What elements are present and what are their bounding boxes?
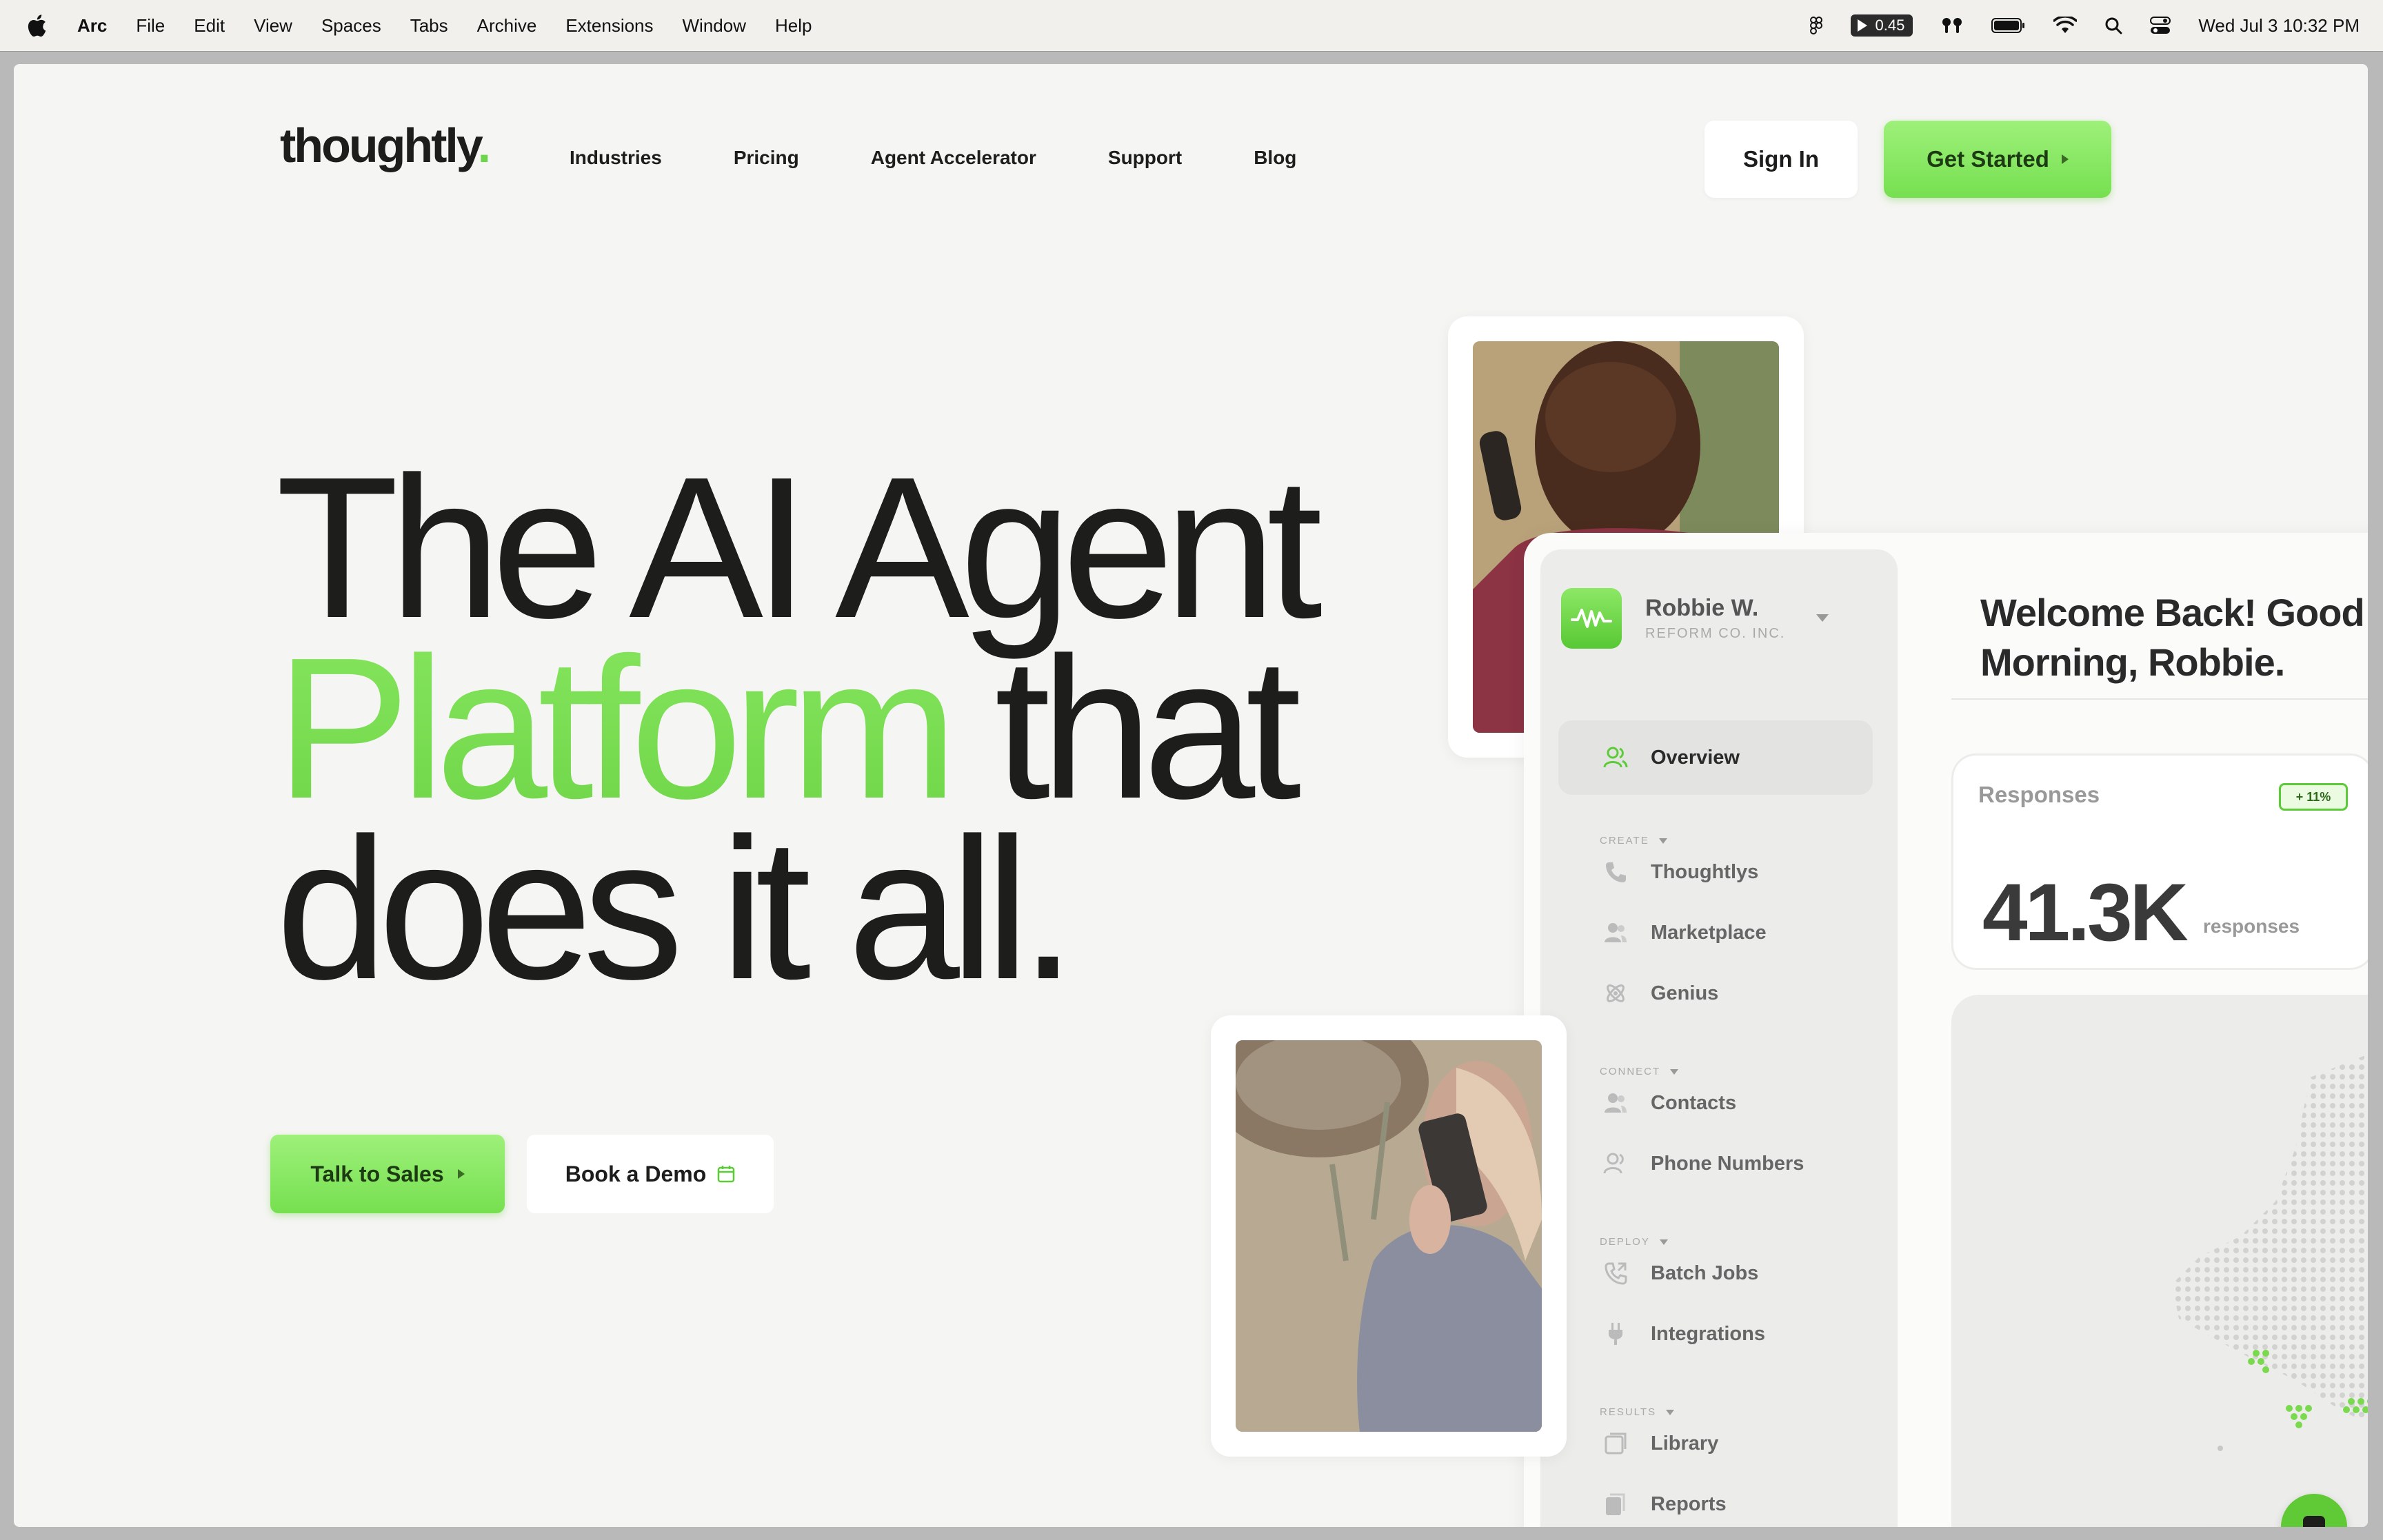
user-name: Robbie W. (1645, 595, 1759, 621)
figma-icon[interactable] (1809, 16, 1823, 35)
stat-unit: responses (2203, 915, 2300, 937)
photo-card-woman-on-phone (1211, 1015, 1567, 1457)
phone-icon (1600, 856, 1631, 888)
sidebar-label-overview: Overview (1651, 746, 1740, 769)
menu-extensions[interactable]: Extensions (565, 15, 653, 37)
chevron-down-icon (1816, 614, 1829, 622)
users-outline-icon (1600, 1148, 1631, 1179)
menu-edit[interactable]: Edit (194, 15, 225, 37)
nav-agent-accelerator[interactable]: Agent Accelerator (871, 147, 1036, 169)
menu-file[interactable]: File (136, 15, 165, 37)
nav-support[interactable]: Support (1108, 147, 1182, 169)
nav-pricing[interactable]: Pricing (734, 147, 799, 169)
menubar-datetime[interactable]: Wed Jul 3 10:32 PM (2198, 15, 2360, 37)
play-icon (1857, 19, 1867, 32)
spotlight-search-icon[interactable] (2104, 17, 2122, 34)
contacts-icon (1600, 1087, 1631, 1119)
sidebar-label-marketplace: Marketplace (1651, 921, 1767, 944)
plug-icon (1600, 1318, 1631, 1350)
web-page: thoughtly. Industries Pricing Agent Acce… (14, 64, 2368, 1527)
sidebar-item-reports[interactable]: Reports (1558, 1467, 1873, 1527)
stat-change-badge: + 11% (2279, 783, 2348, 811)
logo-dot: . (477, 119, 492, 172)
menu-archive[interactable]: Archive (477, 15, 537, 37)
wifi-icon[interactable] (2053, 17, 2078, 34)
menu-view[interactable]: View (254, 15, 292, 37)
recording-timer[interactable]: 0.45 (1850, 14, 1913, 37)
dot-map-card (1951, 995, 2368, 1527)
sidebar-label-library: Library (1651, 1432, 1719, 1455)
thoughtly-logo[interactable]: thoughtly. (280, 118, 492, 173)
user-switcher[interactable]: Robbie W. REFORM CO. INC. (1561, 588, 1829, 649)
timer-value: 0.45 (1875, 17, 1905, 34)
library-icon (1600, 1428, 1631, 1459)
airpods-icon[interactable] (1940, 17, 1964, 34)
menu-help[interactable]: Help (775, 15, 812, 37)
sidebar-label-integrations: Integrations (1651, 1322, 1765, 1345)
chat-icon (2303, 1516, 2325, 1527)
sign-in-button[interactable]: Sign In (1705, 121, 1858, 198)
users-icon (1600, 742, 1631, 773)
sidebar-label-contacts: Contacts (1651, 1091, 1737, 1114)
apple-icon[interactable] (26, 14, 47, 37)
site-nav: Industries Pricing Agent Accelerator Sup… (570, 147, 1296, 169)
dashboard-preview: Robbie W. REFORM CO. INC. Overview CREAT… (1524, 533, 2368, 1527)
sidebar-label-genius: Genius (1651, 982, 1719, 1004)
menu-app-name[interactable]: Arc (77, 15, 107, 37)
responses-stat-card[interactable]: Responses + 11% 41.3K responses (1951, 753, 2368, 970)
sidebar-label-thoughtlys: Thoughtlys (1651, 860, 1759, 883)
atom-icon (1600, 977, 1631, 1009)
sidebar-label-reports: Reports (1651, 1492, 1727, 1515)
reports-icon (1600, 1488, 1631, 1520)
nav-blog[interactable]: Blog (1254, 147, 1296, 169)
dot-map (2172, 1054, 2368, 1451)
get-started-label: Get Started (1927, 146, 2049, 172)
hero-headline: The AI Agent Platform that does it all. (276, 435, 1323, 1021)
stat-value: 41.3K (1982, 867, 2189, 958)
caret-right-icon (457, 1169, 465, 1179)
hero-line-2: Platform that (276, 627, 1313, 829)
hero-line-1: The AI Agent (276, 435, 1323, 660)
control-center-icon[interactable] (2150, 17, 2171, 34)
logo-text: thoughtly (280, 119, 480, 172)
user-company: REFORM CO. INC. (1645, 626, 1786, 641)
sidebar-label-batch-jobs: Batch Jobs (1651, 1262, 1759, 1284)
battery-icon[interactable] (1991, 17, 2026, 34)
sidebar-item-genius[interactable]: Genius (1558, 956, 1873, 1031)
get-started-button[interactable]: Get Started (1884, 121, 2111, 198)
book-a-demo-button[interactable]: Book a Demo (527, 1135, 774, 1213)
calendar-icon (717, 1166, 735, 1183)
user-avatar (1561, 588, 1622, 649)
menu-tabs[interactable]: Tabs (410, 15, 448, 37)
nav-industries[interactable]: Industries (570, 147, 662, 169)
waveform-icon (1571, 609, 1612, 628)
menu-window[interactable]: Window (683, 15, 746, 37)
sidebar-label-phone-numbers: Phone Numbers (1651, 1152, 1804, 1175)
caret-right-icon (2061, 154, 2069, 164)
browser-window: thoughtly. Industries Pricing Agent Acce… (0, 51, 2383, 1540)
sidebar-item-phone-numbers[interactable]: Phone Numbers (1558, 1126, 1873, 1201)
woman-on-phone-image (1236, 1040, 1542, 1432)
talk-to-sales-label: Talk to Sales (310, 1161, 444, 1186)
users-icon (1600, 917, 1631, 949)
sidebar-item-integrations[interactable]: Integrations (1558, 1297, 1873, 1371)
welcome-heading: Welcome Back! Good Morning, Robbie. (1980, 591, 2365, 684)
book-a-demo-label: Book a Demo (565, 1161, 707, 1186)
dashboard-sidebar: Robbie W. REFORM CO. INC. Overview CREAT… (1540, 549, 1898, 1527)
talk-to-sales-button[interactable]: Talk to Sales (270, 1135, 505, 1213)
hero-line-3: does it all. (276, 796, 1076, 1021)
menu-spaces[interactable]: Spaces (321, 15, 381, 37)
sidebar-item-overview[interactable]: Overview (1558, 720, 1873, 795)
divider (1951, 698, 2368, 700)
stat-label: Responses (1978, 782, 2100, 807)
macos-menu-bar: Arc File Edit View Spaces Tabs Archive E… (0, 0, 2383, 51)
phone-outgoing-icon (1600, 1257, 1631, 1289)
